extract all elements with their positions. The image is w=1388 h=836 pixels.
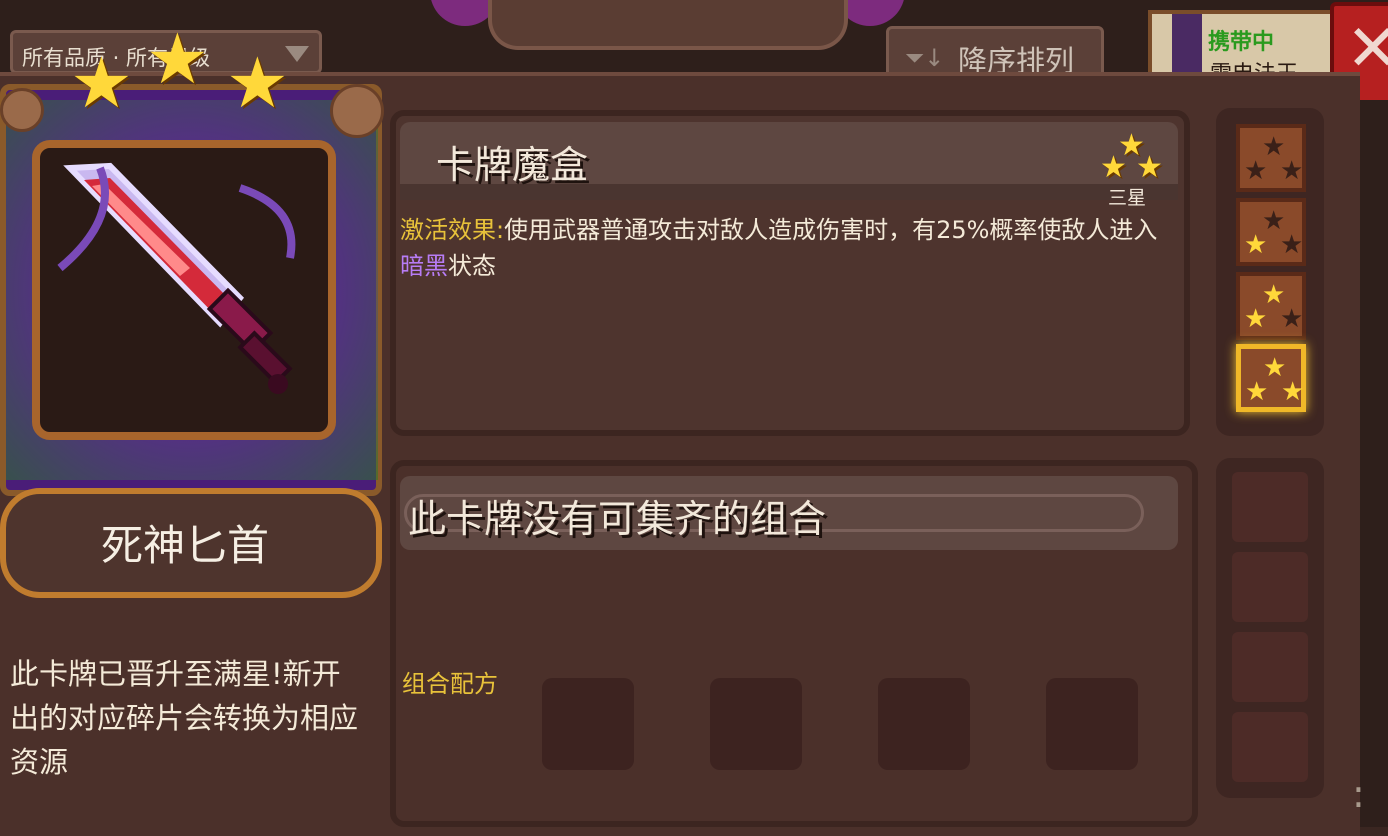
star-icon: ★ xyxy=(1280,156,1304,186)
combo-title: 此卡牌没有可集齐的组合 xyxy=(408,497,827,541)
star-icon: ★ xyxy=(1136,150,1163,185)
star-icon: ★ xyxy=(1281,377,1305,407)
carry-status-label: 携带中 xyxy=(1208,30,1275,55)
effect-label: 激活效果: xyxy=(400,216,505,244)
star-icon: ★ xyxy=(1244,304,1268,334)
combo-side-slot xyxy=(1232,552,1308,622)
background-edge xyxy=(1360,100,1388,827)
card-star-icon-2: ★ xyxy=(146,18,209,100)
recipe-label: 组合配方 xyxy=(402,670,498,698)
status-name: 暗黑 xyxy=(400,252,448,280)
tier-button-1[interactable]: ★ ★ ★ xyxy=(1236,124,1306,192)
combo-side-slot xyxy=(1232,632,1308,702)
book-icon xyxy=(1172,14,1202,76)
window-title-frame xyxy=(488,0,848,50)
card-artwork xyxy=(32,140,336,440)
star-icon: ★ xyxy=(1280,304,1304,334)
sort-descending-icon: ⏷↓ xyxy=(905,44,945,72)
tier-button-4[interactable]: ★ ★ ★ xyxy=(1236,344,1306,412)
edge-fragment: : xyxy=(1352,772,1365,816)
effect-title: 卡牌魔盒 xyxy=(436,143,589,187)
recipe-slot[interactable] xyxy=(710,678,802,770)
card-star-icon-3: ★ xyxy=(226,42,289,124)
recipe-slot[interactable] xyxy=(542,678,634,770)
star-icon: ★ xyxy=(1100,150,1127,185)
combo-side-slot xyxy=(1232,712,1308,782)
star-icon: ★ xyxy=(1280,230,1304,260)
dagger-icon xyxy=(57,162,296,394)
max-star-note: 此卡牌已晋升至满星!新开出的对应碎片会转换为相应资源 xyxy=(10,657,359,779)
effect-description: 激活效果:使用武器普通攻击对敌人造成伤害时，有25%概率使敌人进入暗黑状态 xyxy=(400,212,1170,284)
star-icon: ★ xyxy=(1245,377,1269,407)
card-star-icon-1: ★ xyxy=(70,42,133,124)
frame-ornament-left xyxy=(0,88,44,132)
recipe-slot[interactable] xyxy=(878,678,970,770)
effect-text-before: 使用武器普通攻击对敌人造成伤害时，有25%概率使敌人进入 xyxy=(504,216,1158,244)
tier-button-2[interactable]: ★ ★ ★ xyxy=(1236,198,1306,266)
combo-side-slot xyxy=(1232,472,1308,542)
effect-text-after: 状态 xyxy=(448,252,496,280)
recipe-slot[interactable] xyxy=(1046,678,1138,770)
star-icon: ★ xyxy=(1244,156,1268,186)
card-name: 死神匕首 xyxy=(100,521,269,570)
tier-button-3[interactable]: ★ ★ ★ xyxy=(1236,272,1306,340)
tier-label: 三星 xyxy=(1108,187,1147,209)
frame-ornament-right xyxy=(330,84,384,138)
star-icon: ★ xyxy=(1244,230,1268,260)
